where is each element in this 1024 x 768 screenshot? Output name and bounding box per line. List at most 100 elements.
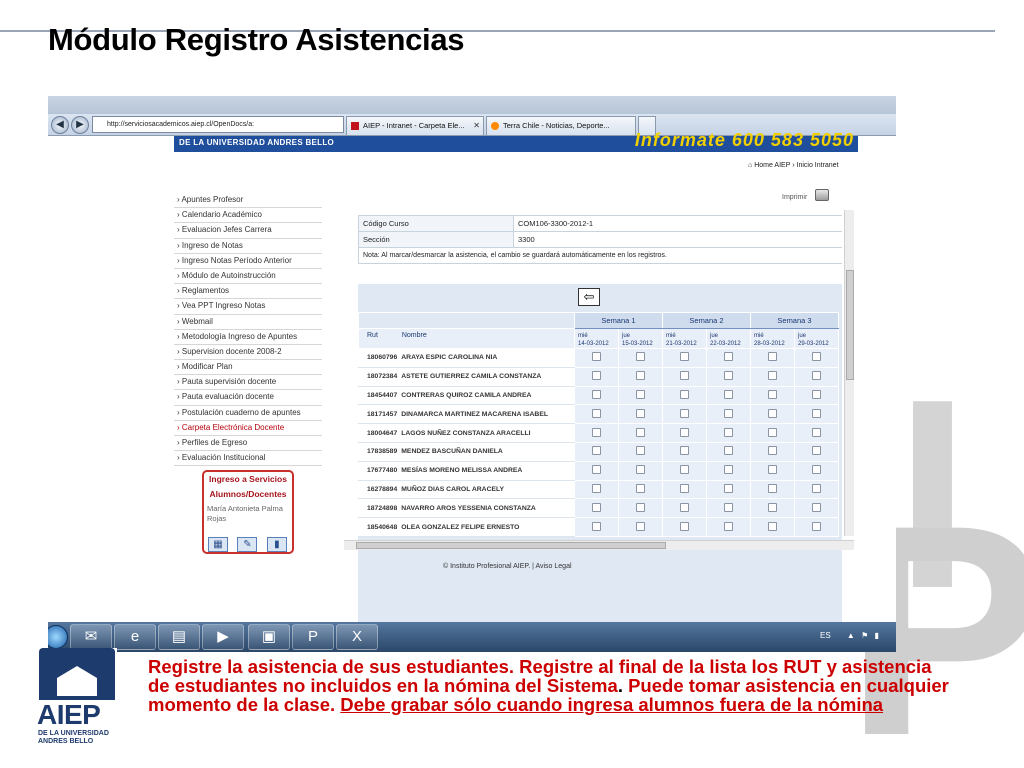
attendance-checkbox[interactable] — [680, 465, 689, 475]
attendance-checkbox[interactable] — [592, 521, 601, 531]
tab-aiep-intranet[interactable]: AIEP - Intranet - Carpeta Ele... ✕ — [346, 116, 484, 135]
attendance-checkbox[interactable] — [768, 427, 777, 437]
network-icon[interactable]: ▮ — [874, 631, 878, 640]
outlook-icon[interactable]: ✉ — [70, 624, 112, 650]
attendance-checkbox[interactable] — [680, 389, 689, 399]
attendance-checkbox[interactable] — [768, 502, 777, 512]
print-link[interactable]: Imprimir — [782, 194, 807, 201]
sidebar-item-carpeta-electronica[interactable]: › Carpeta Electrónica Docente — [174, 421, 322, 436]
attendance-checkbox[interactable] — [768, 465, 777, 475]
sidebar-item-autoinstruccion[interactable]: › Módulo de Autoinstrucción — [174, 269, 322, 285]
tray-arrow-icon[interactable]: ▲ — [847, 631, 855, 640]
breadcrumb-current[interactable]: Inicio Intranet — [797, 162, 839, 169]
sidebar-item-calendario[interactable]: › Calendario Académico — [174, 208, 322, 224]
attendance-checkbox[interactable] — [812, 465, 821, 475]
sidebar-item-metodologia-apuntes[interactable]: › Metodología Ingreso de Apuntes — [174, 330, 322, 345]
language-indicator[interactable]: ES — [820, 631, 831, 640]
sidebar-item-cuaderno-apuntes[interactable]: › Postulación cuaderno de apuntes — [174, 406, 322, 421]
media-player-icon[interactable]: ▶ — [202, 624, 244, 650]
attendance-checkbox[interactable] — [592, 465, 601, 475]
forward-icon[interactable]: ▶ — [71, 116, 89, 134]
attendance-checkbox[interactable] — [724, 446, 733, 456]
attendance-checkbox[interactable] — [724, 371, 733, 381]
scrollbar-thumb[interactable] — [846, 270, 854, 380]
attendance-checkbox[interactable] — [636, 446, 645, 456]
attendance-checkbox[interactable] — [680, 352, 689, 362]
sidebar-item-perfiles-egreso[interactable]: › Perfiles de Egreso — [174, 436, 322, 452]
attendance-checkbox[interactable] — [680, 483, 689, 493]
attendance-checkbox[interactable] — [812, 408, 821, 418]
attendance-checkbox[interactable] — [636, 521, 645, 531]
attendance-checkbox[interactable] — [592, 352, 601, 362]
attendance-checkbox[interactable] — [768, 371, 777, 381]
attendance-checkbox[interactable] — [768, 521, 777, 531]
attendance-checkbox[interactable] — [680, 371, 689, 381]
attendance-checkbox[interactable] — [768, 446, 777, 456]
attendance-checkbox[interactable] — [592, 502, 601, 512]
sidebar-item-ingreso-notas[interactable]: › Ingreso de Notas — [174, 239, 322, 254]
attendance-checkbox[interactable] — [812, 502, 821, 512]
attendance-checkbox[interactable] — [636, 371, 645, 381]
sidebar-item-evaluacion-institucional[interactable]: › Evaluación Institucional — [174, 451, 322, 467]
attendance-checkbox[interactable] — [592, 483, 601, 493]
sidebar-item-pauta-supervision[interactable]: › Pauta supervisión docente — [174, 375, 322, 391]
services-title-line2[interactable]: Alumnos/Docentes — [204, 487, 292, 502]
attendance-checkbox[interactable] — [680, 521, 689, 531]
sidebar-item-modificar-plan[interactable]: › Modificar Plan — [174, 360, 322, 376]
flag-icon[interactable]: ⚑ — [861, 631, 868, 640]
attendance-checkbox[interactable] — [768, 389, 777, 399]
attendance-checkbox[interactable] — [680, 502, 689, 512]
attendance-checkbox[interactable] — [768, 352, 777, 362]
sidebar-item-evaluacion-jefes[interactable]: › Evaluacion Jefes Carrera — [174, 223, 322, 239]
scrollbar-thumb[interactable] — [356, 542, 666, 549]
horizontal-scrollbar[interactable] — [344, 540, 854, 550]
back-arrow-icon[interactable]: ⇦ — [578, 288, 600, 306]
attendance-checkbox[interactable] — [812, 521, 821, 531]
attendance-checkbox[interactable] — [636, 408, 645, 418]
sidebar-item-apuntes-profesor[interactable]: › Apuntes Profesor — [174, 193, 322, 209]
aiep-app-icon[interactable]: ▣ — [248, 624, 290, 650]
sidebar-item-supervision-docente[interactable]: › Supervision docente 2008-2 — [174, 345, 322, 361]
ie-icon[interactable]: e — [114, 624, 156, 650]
close-tab-icon[interactable]: ✕ — [473, 117, 480, 134]
attendance-checkbox[interactable] — [768, 483, 777, 493]
sidebar-item-notas-periodo-anterior[interactable]: › Ingreso Notas Período Anterior — [174, 254, 322, 269]
attendance-checkbox[interactable] — [680, 446, 689, 456]
attendance-checkbox[interactable] — [724, 427, 733, 437]
attendance-checkbox[interactable] — [812, 371, 821, 381]
attendance-checkbox[interactable] — [724, 389, 733, 399]
explorer-icon[interactable]: ▤ — [158, 624, 200, 650]
services-title-line1[interactable]: Ingreso a Servicios — [204, 472, 292, 487]
attendance-checkbox[interactable] — [812, 389, 821, 399]
attendance-checkbox[interactable] — [812, 352, 821, 362]
attendance-checkbox[interactable] — [680, 427, 689, 437]
attendance-checkbox[interactable] — [592, 408, 601, 418]
excel-icon[interactable]: X — [336, 624, 378, 650]
attendance-checkbox[interactable] — [724, 502, 733, 512]
book-icon[interactable]: ▮ — [266, 537, 287, 552]
sidebar-item-reglamentos[interactable]: › Reglamentos — [174, 284, 322, 300]
calendar-icon[interactable]: ▦ — [208, 537, 228, 552]
attendance-checkbox[interactable] — [592, 371, 601, 381]
attendance-checkbox[interactable] — [592, 427, 601, 437]
back-icon[interactable]: ◀ — [51, 116, 69, 134]
attendance-checkbox[interactable] — [592, 446, 601, 456]
attendance-checkbox[interactable] — [636, 427, 645, 437]
attendance-checkbox[interactable] — [724, 483, 733, 493]
edit-icon[interactable]: ✎ — [237, 537, 258, 552]
vertical-scrollbar[interactable] — [844, 210, 854, 536]
tab-terra-chile[interactable]: Terra Chile - Noticias, Deporte... — [486, 116, 636, 135]
attendance-checkbox[interactable] — [724, 408, 733, 418]
attendance-checkbox[interactable] — [680, 408, 689, 418]
attendance-checkbox[interactable] — [724, 352, 733, 362]
sidebar-item-ppt-notas[interactable]: › Vea PPT Ingreso Notas — [174, 299, 322, 315]
attendance-checkbox[interactable] — [636, 389, 645, 399]
attendance-checkbox[interactable] — [636, 352, 645, 362]
attendance-checkbox[interactable] — [724, 465, 733, 475]
breadcrumb-home[interactable]: Home AIEP — [754, 162, 790, 169]
sidebar-item-webmail[interactable]: › Webmail — [174, 315, 322, 330]
attendance-checkbox[interactable] — [636, 465, 645, 475]
attendance-checkbox[interactable] — [812, 427, 821, 437]
start-button[interactable] — [48, 625, 68, 649]
printer-icon[interactable] — [815, 189, 829, 201]
